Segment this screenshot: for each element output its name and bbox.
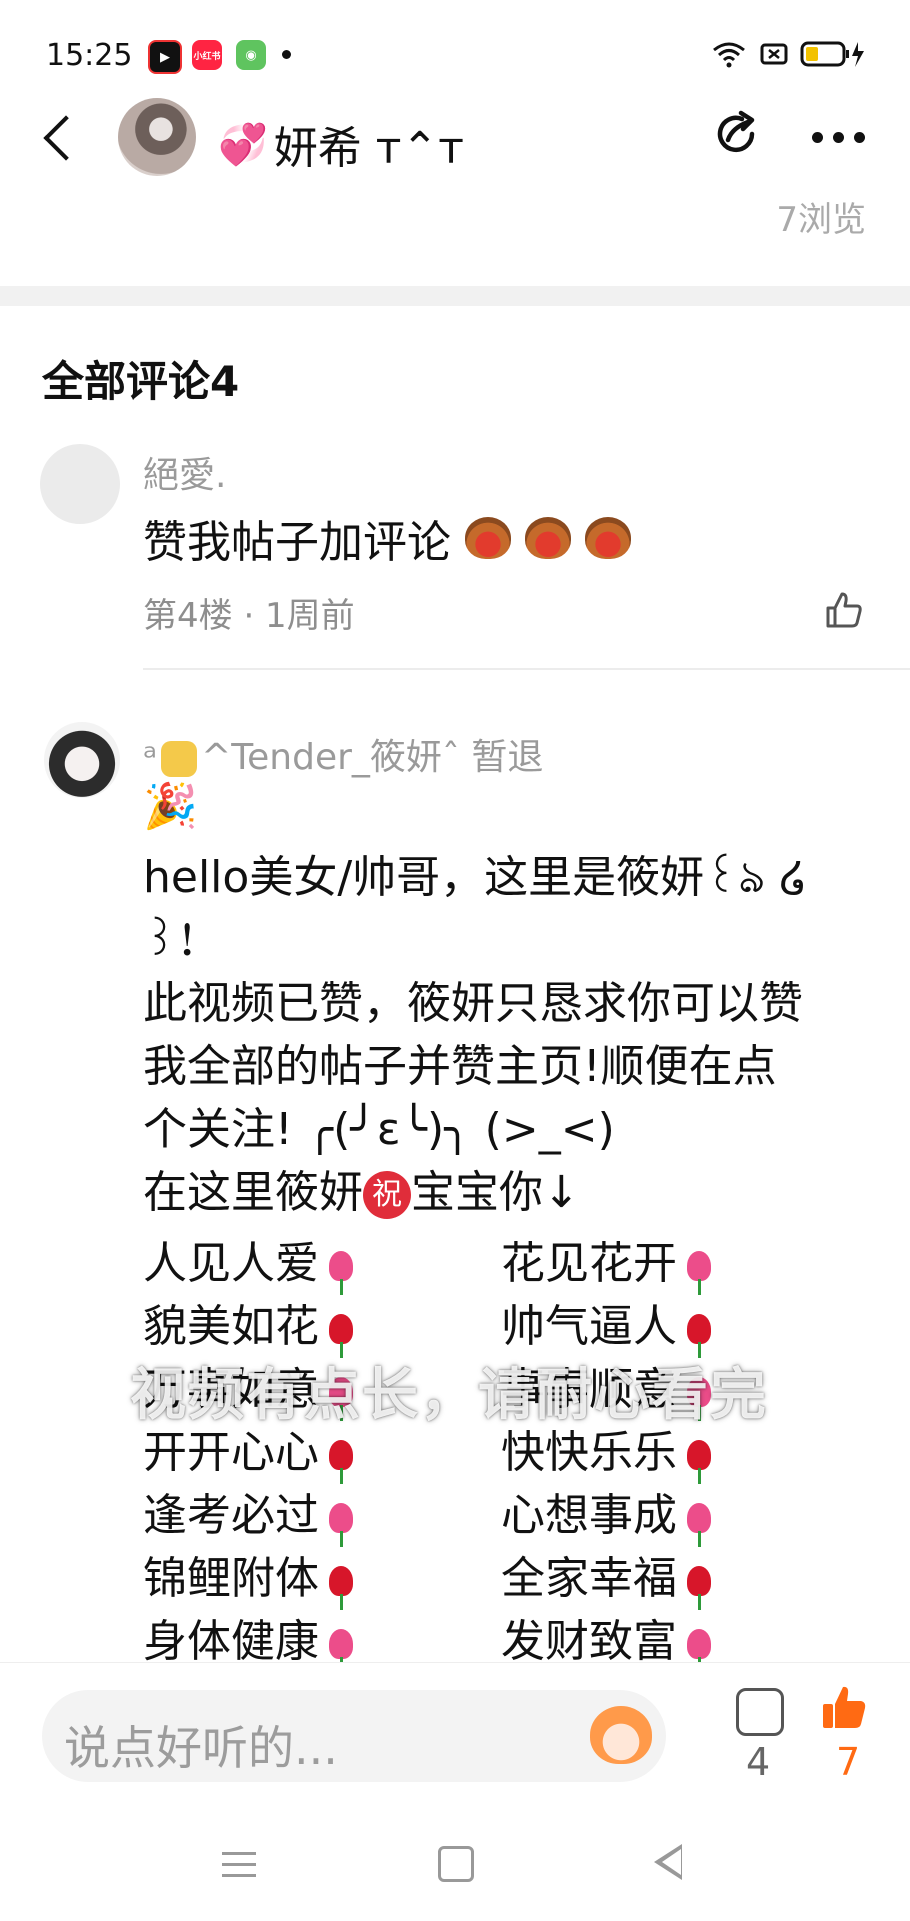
comment-count: 4 bbox=[746, 1740, 771, 1784]
rose-icon bbox=[687, 1314, 711, 1358]
username-prefix: ᵃ bbox=[143, 737, 158, 778]
like-count: 7 bbox=[836, 1740, 861, 1784]
home-nav-icon[interactable] bbox=[438, 1846, 474, 1882]
username-text: ^Tender_筱妍ˆ 暂退 bbox=[201, 737, 544, 778]
comments-header: 全部评论4 bbox=[42, 357, 240, 406]
comment-line: ꒱！ bbox=[143, 915, 212, 966]
more-options-icon[interactable] bbox=[812, 132, 865, 143]
two-hearts-icon: 💞 bbox=[218, 121, 268, 168]
comment-line: 此视频已赞，筱妍只恳求你可以赞 bbox=[143, 978, 803, 1029]
commenter-avatar[interactable] bbox=[40, 444, 120, 524]
comment-divider bbox=[143, 668, 910, 670]
comment-text: hello美女/帅哥，这里是筱妍꒰ঌ ໒ ꒱！ 此视频已赞，筱妍只恳求你可以赞 … bbox=[143, 846, 883, 1224]
blessing-row: 貌美如花 帅气逼人 bbox=[143, 1295, 859, 1358]
comment-line: 个关注! ╭(╯ε╰)╮ (>_<) bbox=[143, 1104, 615, 1155]
status-time: 15:25 bbox=[46, 38, 133, 73]
back-nav-icon[interactable] bbox=[654, 1844, 682, 1880]
blessing-text: 貌美如花 bbox=[143, 1301, 319, 1352]
mascot-emoji-icon[interactable] bbox=[590, 1706, 652, 1764]
notification-dot-icon bbox=[282, 50, 291, 59]
author-avatar[interactable] bbox=[118, 98, 196, 176]
comment-input-placeholder[interactable]: 说点好听的... bbox=[64, 1712, 338, 1778]
commenter-avatar[interactable] bbox=[44, 722, 120, 798]
dog-emoji-icon bbox=[525, 517, 571, 559]
blessing-text: 全家幸福 bbox=[501, 1553, 677, 1604]
author-name: 妍希 ᴛ⌃ᴛ bbox=[273, 123, 464, 174]
blessing-row: 锦鲤附体 全家幸福 bbox=[143, 1547, 859, 1610]
section-divider bbox=[0, 286, 910, 306]
bless-intro-line: 在这里筱妍祝宝宝你↓ bbox=[143, 1161, 883, 1224]
blessing-text: 身体健康 bbox=[143, 1616, 319, 1667]
thumbs-up-icon[interactable] bbox=[824, 590, 864, 630]
commenter-username[interactable]: 絕愛. bbox=[143, 446, 226, 498]
dog-emoji-icon bbox=[585, 517, 631, 559]
comment-line: hello美女/帅哥，这里是筱妍꒰ঌ ໒ bbox=[143, 852, 808, 903]
blessing-row: 人见人爱 花见花开 bbox=[143, 1232, 859, 1295]
like-filled-icon[interactable] bbox=[820, 1684, 868, 1732]
blessing-text: 人见人爱 bbox=[143, 1238, 319, 1289]
battery-icon bbox=[800, 41, 864, 67]
tulip-icon bbox=[687, 1503, 711, 1547]
blessing-list: 人见人爱 花见花开 貌美如花 帅气逼人 万事如意 事事顺意 开开心心 快快乐乐 … bbox=[143, 1232, 859, 1673]
view-count: 7浏览 bbox=[776, 200, 866, 240]
video-record-icon: ▶ bbox=[148, 40, 182, 74]
recents-nav-icon[interactable] bbox=[222, 1852, 256, 1885]
blessing-text: 花见花开 bbox=[501, 1238, 677, 1289]
bless-intro-before: 在这里筱妍 bbox=[143, 1167, 363, 1218]
rose-icon bbox=[687, 1440, 711, 1484]
blessing-text: 发财致富 bbox=[501, 1616, 677, 1667]
xiaohongshu-app-icon: 小红书 bbox=[192, 40, 222, 70]
commenter-username[interactable]: ᵃ ^Tender_筱妍ˆ 暂退 bbox=[143, 728, 543, 780]
zhu-emoji-icon: 祝 bbox=[363, 1171, 411, 1219]
comment-text: 赞我帖子加评论 bbox=[143, 506, 631, 570]
blessing-text: 心想事成 bbox=[501, 1490, 677, 1541]
comment-text-content: 赞我帖子加评论 bbox=[143, 517, 451, 568]
rose-icon bbox=[329, 1566, 353, 1610]
author-title[interactable]: 💞 妍希 ᴛ⌃ᴛ bbox=[218, 112, 464, 176]
tulip-icon bbox=[687, 1629, 711, 1673]
comment-icon[interactable] bbox=[736, 1688, 784, 1736]
back-icon[interactable] bbox=[43, 115, 89, 161]
blessing-text: 锦鲤附体 bbox=[143, 1553, 319, 1604]
blessing-row: 逢考必过 心想事成 bbox=[143, 1484, 859, 1547]
blessing-text: 逢考必过 bbox=[143, 1490, 319, 1541]
rose-icon bbox=[687, 1566, 711, 1610]
tulip-icon bbox=[329, 1629, 353, 1673]
dog-emoji-icon bbox=[465, 517, 511, 559]
blessing-text: 开开心心 bbox=[143, 1427, 319, 1478]
rose-icon bbox=[329, 1314, 353, 1358]
bless-intro-after: 宝宝你↓ bbox=[411, 1167, 580, 1218]
wifi-icon bbox=[713, 42, 745, 68]
tulip-icon bbox=[329, 1503, 353, 1547]
android-app-icon: ◉ bbox=[236, 40, 266, 70]
rose-icon bbox=[329, 1440, 353, 1484]
party-popper-icon: 🎉 bbox=[143, 781, 198, 832]
share-icon[interactable] bbox=[712, 110, 760, 158]
sim-icon bbox=[760, 43, 788, 65]
tulip-icon bbox=[329, 1251, 353, 1295]
honey-jar-icon bbox=[161, 741, 198, 777]
comment-line: 我全部的帖子并赞主页!顺便在点 bbox=[143, 1041, 777, 1092]
blessing-text: 快快乐乐 bbox=[501, 1427, 677, 1478]
blessing-text: 帅气逼人 bbox=[501, 1301, 677, 1352]
video-caption-overlay: 视频有点长，请耐心看完 bbox=[130, 1363, 768, 1428]
tulip-icon bbox=[687, 1251, 711, 1295]
comment-meta: 第4楼 · 1周前 bbox=[143, 596, 355, 636]
